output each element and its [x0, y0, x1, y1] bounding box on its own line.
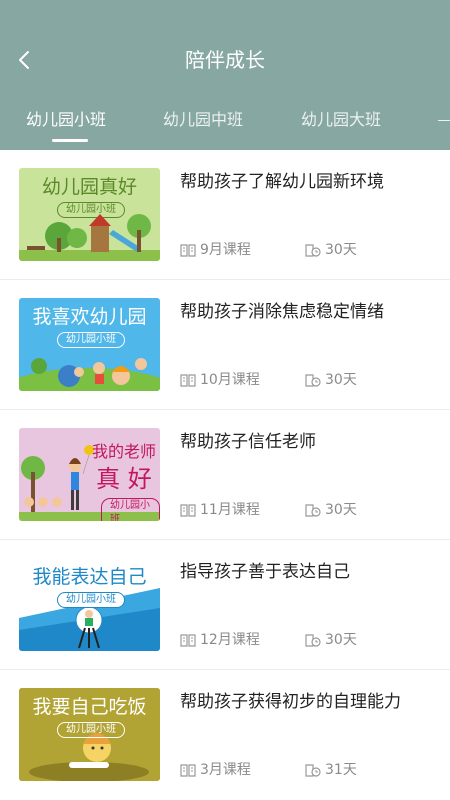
course-duration: 30天: [305, 370, 357, 390]
course-duration: 30天: [305, 240, 357, 260]
calendar-clock-icon: [305, 764, 321, 777]
book-icon: [180, 374, 196, 387]
course-month-label: 11月课程: [200, 502, 260, 518]
course-thumbnail: 我的老师 真 好 幼儿园小班: [19, 428, 160, 521]
course-days-label: 30天: [325, 632, 357, 648]
course-item-1[interactable]: 幼儿园真好 幼儿园小班 帮助孩子了解幼儿园新环境 9月课程 30天: [0, 150, 450, 280]
course-month: 12月课程: [180, 630, 260, 650]
course-month-label: 9月课程: [200, 242, 251, 258]
book-icon: [180, 244, 196, 257]
course-thumbnail: 我喜欢幼儿园 幼儿园小班: [19, 298, 160, 391]
thumbnail-title: 我的老师: [91, 442, 156, 461]
playground-illustration: [19, 214, 160, 261]
course-item-5[interactable]: 我要自己吃饭 幼儿园小班 帮助孩子获得初步的自理能力 3月课程 31天: [0, 670, 450, 800]
thumbnail-badge: 幼儿园小班: [57, 722, 125, 738]
course-days-label: 30天: [325, 372, 357, 388]
course-title: 帮助孩子获得初步的自理能力: [180, 692, 401, 712]
course-item-4[interactable]: 我能表达自己 幼儿园小班 指导孩子善于表达自己 12月课程 30天: [0, 540, 450, 670]
tab-bar: 幼儿园小班 幼儿园中班 幼儿园大班: [0, 104, 450, 150]
course-title: 帮助孩子了解幼儿园新环境: [180, 172, 384, 192]
calendar-clock-icon: [305, 634, 321, 647]
book-icon: [180, 504, 196, 517]
course-title: 帮助孩子消除焦虑稳定情绪: [180, 302, 384, 322]
course-thumbnail: 我能表达自己 幼儿园小班: [19, 558, 160, 651]
course-month: 9月课程: [180, 240, 251, 260]
course-duration: 31天: [305, 760, 357, 780]
course-days-label: 30天: [325, 242, 357, 258]
calendar-clock-icon: [305, 504, 321, 517]
course-thumbnail: 我要自己吃饭 幼儿园小班: [19, 688, 160, 781]
tab-overflow-hint: [438, 120, 450, 121]
thumbnail-title: 我能表达自己: [32, 566, 147, 588]
thumbnail-title-line2: 真 好: [96, 465, 152, 493]
tab-large-class[interactable]: 幼儿园大班: [301, 104, 381, 136]
course-days-label: 31天: [325, 762, 357, 778]
course-month-label: 12月课程: [200, 632, 260, 648]
calendar-clock-icon: [305, 244, 321, 257]
thumbnail-badge: 幼儿园小班: [57, 592, 125, 608]
course-title: 帮助孩子信任老师: [180, 432, 316, 452]
course-item-3[interactable]: 我的老师 真 好 幼儿园小班 帮助孩子信任老师 11月课程 30天: [0, 410, 450, 540]
tab-middle-class[interactable]: 幼儿园中班: [163, 104, 243, 136]
kids-illustration: [19, 358, 160, 391]
course-month-label: 3月课程: [200, 762, 251, 778]
thumbnail-badge: 幼儿园小班: [101, 498, 160, 521]
course-thumbnail: 幼儿园真好 幼儿园小班: [19, 168, 160, 261]
course-month: 3月课程: [180, 760, 251, 780]
page-title: 陪伴成长: [185, 48, 265, 72]
course-item-2[interactable]: 我喜欢幼儿园 幼儿园小班 帮助孩子消除焦虑稳定情绪 10月课程 30天: [0, 280, 450, 410]
thumbnail-title: 我要自己吃饭: [32, 696, 147, 718]
book-icon: [180, 764, 196, 777]
course-duration: 30天: [305, 500, 357, 520]
course-duration: 30天: [305, 630, 357, 650]
course-title: 指导孩子善于表达自己: [180, 562, 350, 582]
course-month-label: 10月课程: [200, 372, 260, 388]
book-icon: [180, 634, 196, 647]
course-month: 11月课程: [180, 500, 260, 520]
calendar-clock-icon: [305, 374, 321, 387]
course-month: 10月课程: [180, 370, 260, 390]
active-tab-indicator: [52, 139, 88, 142]
course-days-label: 30天: [325, 502, 357, 518]
tab-small-class[interactable]: 幼儿园小班: [26, 104, 106, 136]
